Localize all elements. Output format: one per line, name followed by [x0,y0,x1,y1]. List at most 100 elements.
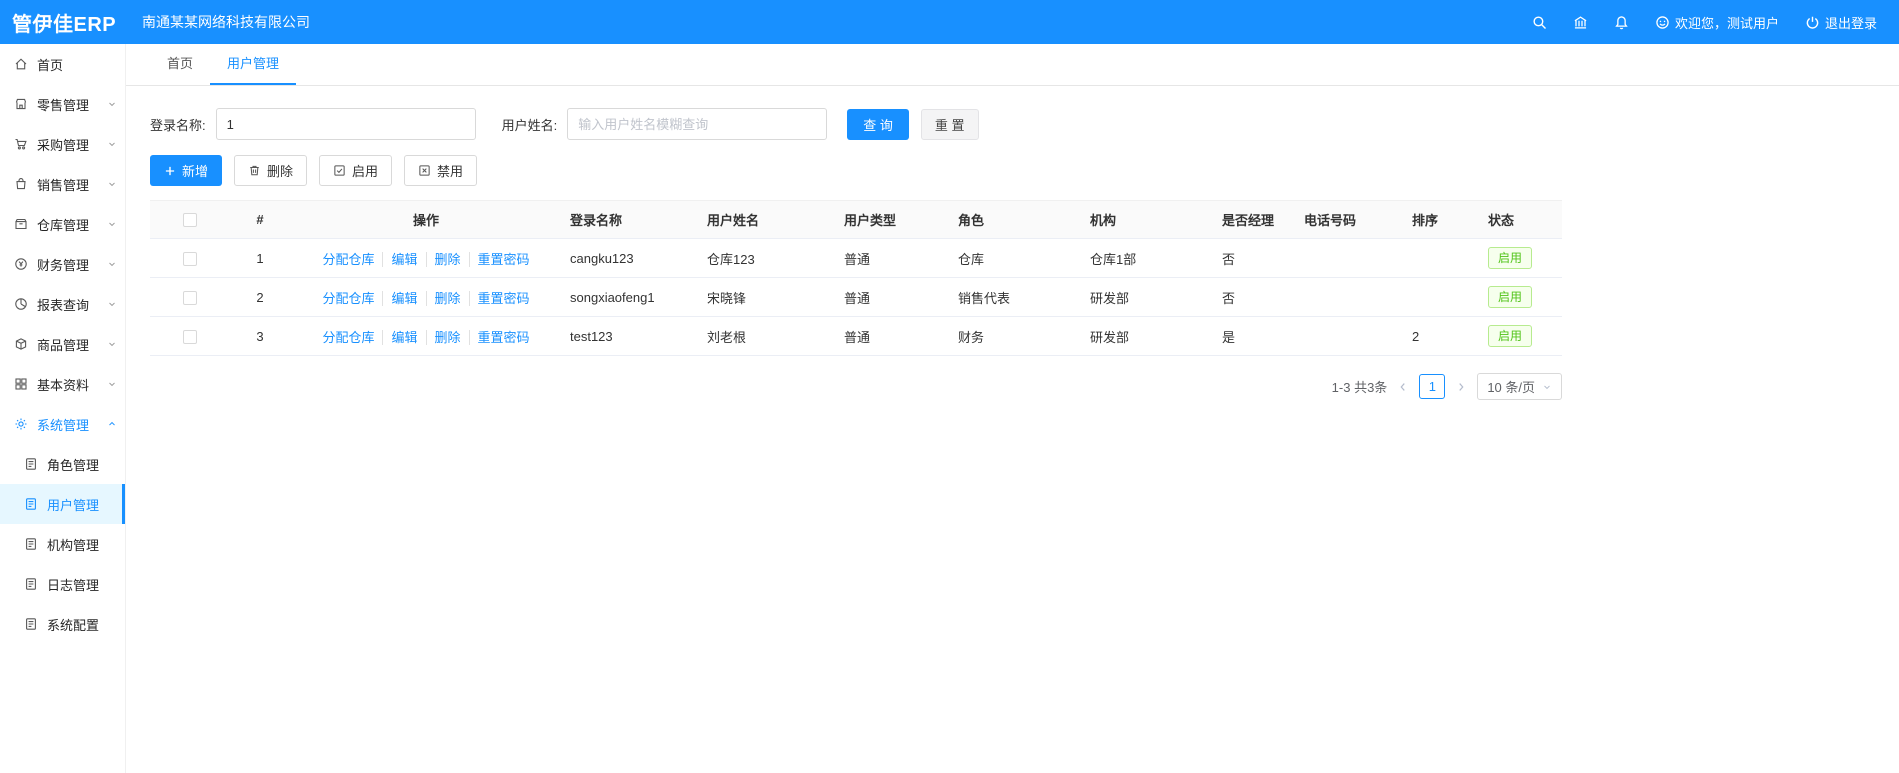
purchase-icon [14,137,28,151]
cell-sort [1404,238,1480,278]
reset-password-link[interactable]: 重置密码 [468,329,538,345]
sidebar-item-label: 报表查询 [37,297,90,313]
cell-sort [1404,277,1480,317]
sidebar-item-sales[interactable]: 销售管理 [0,164,125,204]
search-icon[interactable] [1532,15,1547,30]
select-all-checkbox[interactable] [183,213,197,228]
tab-home[interactable]: 首页 [150,44,210,85]
cell-org: 研发部 [1082,277,1214,317]
add-button[interactable]: 新增 [150,155,223,186]
delete-link[interactable]: 删除 [425,290,469,306]
sidebar-item-label: 零售管理 [37,97,90,113]
chevron-down-icon [107,259,117,269]
chevron-up-icon [107,419,117,429]
plus-icon [164,165,176,177]
col-user-name: 用户姓名 [699,200,836,239]
sidebar-item-label: 系统管理 [37,417,90,433]
sidebar-subitem-system-config[interactable]: 系统配置 [0,604,125,644]
assign-warehouse-link[interactable]: 分配仓库 [314,330,382,345]
sidebar-subitem-log-management[interactable]: 日志管理 [0,564,125,604]
user-name-input[interactable] [567,108,828,140]
cell-type: 普通 [836,238,950,278]
sales-icon [14,177,28,191]
cell-actions: 分配仓库 编辑 删除 重置密码 [290,316,562,356]
col-status: 状态 [1480,200,1562,239]
col-sort: 排序 [1404,200,1480,239]
sidebar-item-goods[interactable]: 商品管理 [0,324,125,364]
sidebar-item-retail[interactable]: 零售管理 [0,84,125,124]
cell-phone [1296,277,1404,317]
assign-warehouse-link[interactable]: 分配仓库 [314,291,382,306]
row-checkbox[interactable] [183,251,197,266]
enable-button[interactable]: 启用 [319,155,393,186]
page-number-button[interactable]: 1 [1419,374,1446,399]
app-logo: 管伊佳ERP [12,13,117,36]
delete-link[interactable]: 删除 [425,251,469,267]
document-icon [24,537,38,551]
cell-phone [1296,238,1404,278]
cell-org: 仓库1部 [1082,238,1214,278]
company-name: 南通某某网络科技有限公司 [142,14,310,30]
add-button-label: 新增 [182,164,209,179]
sidebar-item-warehouse[interactable]: 仓库管理 [0,204,125,244]
cell-role: 财务 [950,316,1082,356]
sidebar-item-finance[interactable]: 财务管理 [0,244,125,284]
sidebar-item-purchase[interactable]: 采购管理 [0,124,125,164]
cell-sort: 2 [1404,316,1480,356]
delete-link[interactable]: 删除 [425,329,469,345]
sidebar-subitem-role-management[interactable]: 角色管理 [0,444,125,484]
disable-button[interactable]: 禁用 [404,155,478,186]
bank-icon[interactable] [1573,15,1588,30]
next-page-icon[interactable] [1455,381,1467,393]
edit-link[interactable]: 编辑 [382,290,426,306]
col-actions: 操作 [290,200,562,239]
reset-button[interactable]: 重 置 [920,108,979,140]
sidebar-item-label: 销售管理 [37,177,90,193]
status-badge: 启用 [1488,324,1533,348]
login-name-input[interactable] [215,108,476,140]
delete-button[interactable]: 删除 [234,155,308,186]
reset-password-link[interactable]: 重置密码 [468,251,538,267]
col-manager: 是否经理 [1214,200,1296,239]
finance-icon [14,257,28,271]
filter-row: 登录名称: 用户姓名: 查 询 重 置 [150,108,1875,140]
sidebar-item-label: 采购管理 [37,137,90,153]
chevron-down-icon [107,299,117,309]
table-row: 3 分配仓库 编辑 删除 重置密码 test123 刘老根 普通 财务 研发部 是 2… [150,316,1562,356]
sidebar-item-basic-data[interactable]: 基本资料 [0,364,125,404]
sidebar-subitem-user-management[interactable]: 用户管理 [0,484,125,524]
sidebar-subitem-org-management[interactable]: 机构管理 [0,524,125,564]
sidebar-item-label: 系统配置 [47,617,100,633]
toolbar: 新增 删除 启用 禁用 [150,155,1875,186]
tab-user-management[interactable]: 用户管理 [210,44,297,85]
cell-index: 2 [230,277,290,317]
sidebar-item-label: 基本资料 [37,377,90,393]
sidebar-item-label: 仓库管理 [37,217,90,233]
welcome-user-menu[interactable]: 欢迎您，测试用户 [1655,13,1779,32]
enable-button-label: 启用 [352,164,379,179]
assign-warehouse-link[interactable]: 分配仓库 [314,252,382,267]
reset-password-link[interactable]: 重置密码 [468,290,538,306]
cell-role: 销售代表 [950,277,1082,317]
bell-icon[interactable] [1614,15,1629,30]
prev-page-icon[interactable] [1397,381,1409,393]
row-checkbox[interactable] [183,290,197,305]
edit-link[interactable]: 编辑 [382,329,426,345]
table-row: 1 分配仓库 编辑 删除 重置密码 cangku123 仓库123 普通 仓库 仓库1… [150,238,1562,278]
chevron-down-icon [107,179,117,189]
sidebar-item-system[interactable]: 系统管理 [0,404,125,444]
edit-link[interactable]: 编辑 [382,251,426,267]
cell-manager: 是 [1214,316,1296,356]
row-checkbox[interactable] [183,329,197,344]
sidebar: 首页 零售管理 采购管理 销售管理 仓库管理 财务管理 报表查询 商品管理 基本… [0,44,126,773]
sidebar-item-home[interactable]: 首页 [0,44,125,84]
pagination-total: 1-3 共3条 [1331,380,1388,395]
logout-button[interactable]: 退出登录 [1805,13,1877,32]
search-button[interactable]: 查 询 [847,108,909,140]
chevron-down-icon [107,219,117,229]
page-size-select[interactable]: 10 条/页 [1477,373,1562,400]
sidebar-item-reports[interactable]: 报表查询 [0,284,125,324]
col-org: 机构 [1082,200,1214,239]
welcome-text: 欢迎您，测试用户 [1674,15,1779,31]
cell-phone [1296,316,1404,356]
